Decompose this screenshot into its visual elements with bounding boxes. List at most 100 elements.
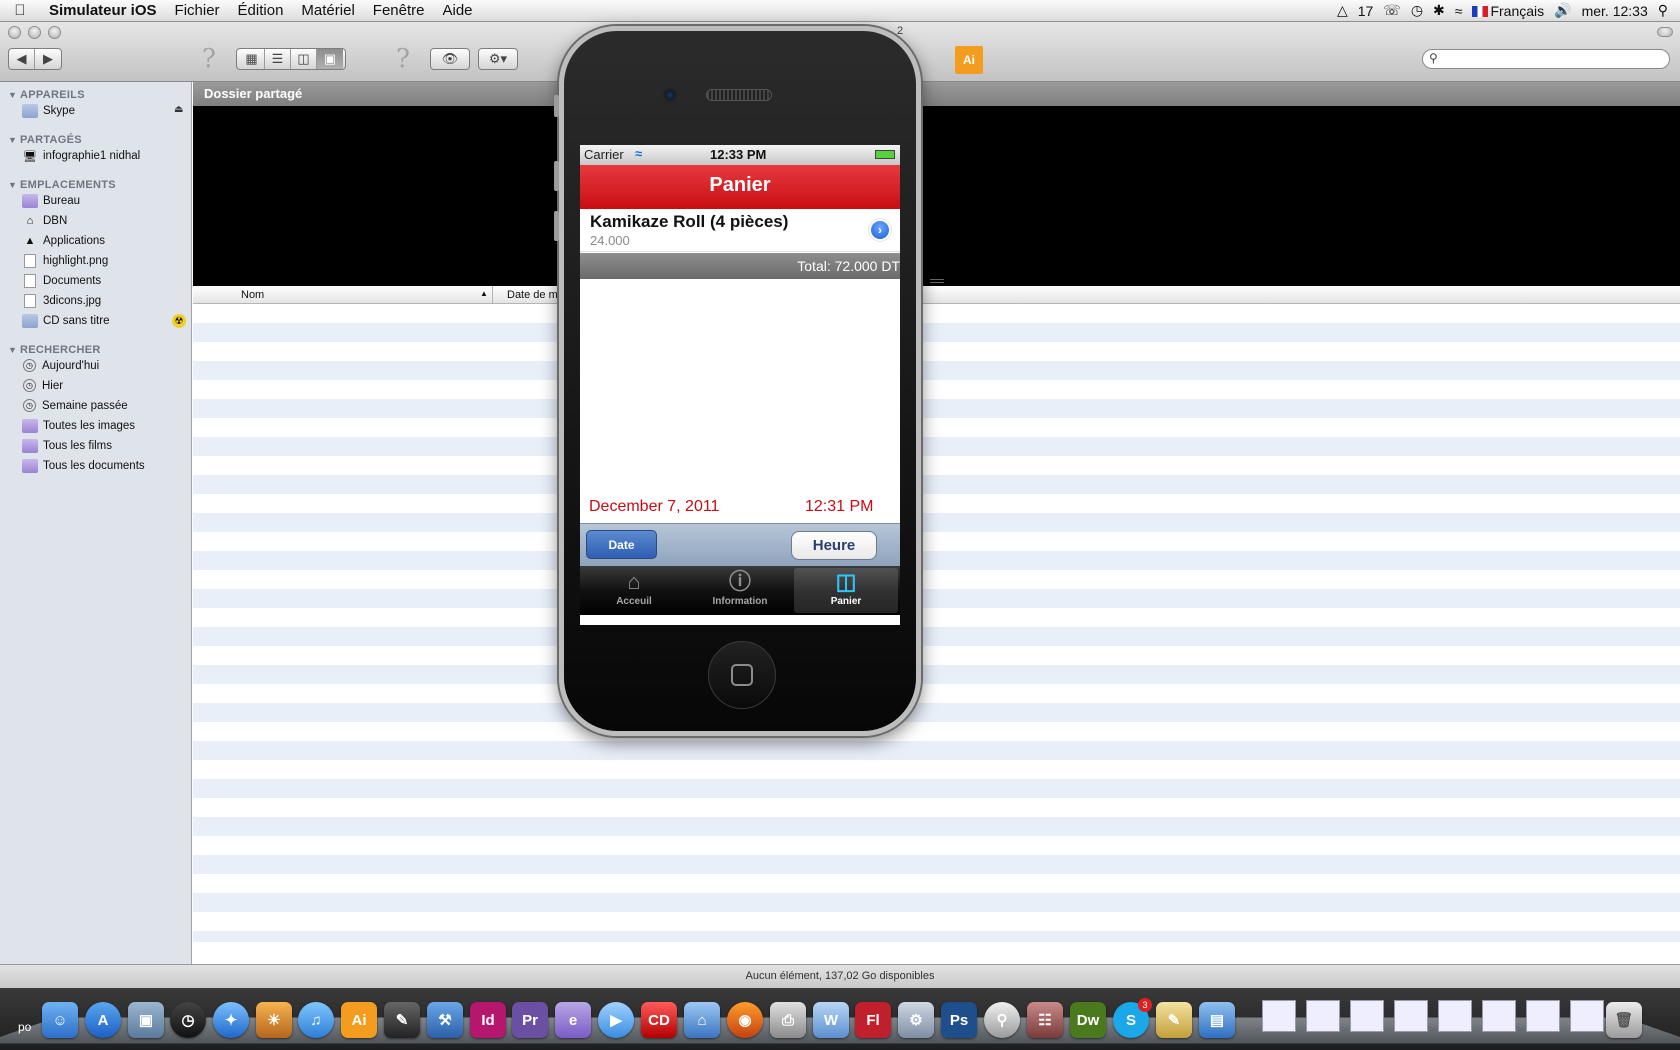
sidebar-item-3dicons[interactable]: 3dicons.jpg — [22, 294, 101, 308]
menubar-clock[interactable]: mer. 12:33 — [1582, 3, 1648, 19]
menu-app-name[interactable]: Simulateur iOS — [40, 2, 166, 19]
dock-printer-icon[interactable]: ⎙ — [770, 1002, 806, 1038]
tab-information[interactable]: ⓘ Information — [688, 568, 792, 613]
date-button[interactable]: Date — [586, 530, 657, 559]
toolbar-toggle-button[interactable] — [1657, 27, 1673, 37]
coverflow-view-icon[interactable]: ▣ — [317, 49, 343, 69]
sidebar-item-docs[interactable]: Tous les documents — [22, 459, 145, 473]
column-view-icon[interactable]: ◫ — [291, 49, 317, 69]
sidebar-item-aujourdhui[interactable]: ◷ Aujourd'hui — [22, 359, 99, 372]
sidebar-item-applications[interactable]: ▲ Applications — [22, 234, 105, 248]
bluetooth-icon[interactable]: ✱ — [1433, 2, 1445, 19]
sidebar-item-documents[interactable]: Documents — [22, 274, 101, 288]
dock-finder-icon[interactable]: ☺ — [42, 1002, 78, 1038]
menu-fenetre[interactable]: Fenêtre — [364, 2, 434, 19]
heure-button[interactable]: Heure — [791, 531, 877, 560]
dock-preview-icon[interactable]: ▣ — [128, 1002, 164, 1038]
sidebar-item-cd[interactable]: CD sans titre — [22, 314, 109, 328]
burn-icon[interactable]: ☢ — [172, 314, 186, 328]
dock-indesign-icon[interactable]: Id — [470, 1002, 506, 1038]
sidebar-section-partages[interactable]: PARTAGÉS — [8, 134, 82, 146]
dock-window-thumbnail[interactable] — [1306, 1000, 1340, 1032]
dock-window-thumbnail[interactable] — [1350, 1000, 1384, 1032]
sidebar-item-films[interactable]: Tous les films — [22, 439, 112, 453]
zoom-button[interactable] — [48, 26, 61, 39]
dock-xcode-icon[interactable]: ⚒ — [427, 1002, 463, 1038]
dock-printcd-icon[interactable]: CD — [641, 1002, 677, 1038]
wifi-icon[interactable]: ≈ — [1455, 3, 1463, 19]
menu-edition[interactable]: Édition — [229, 2, 293, 19]
input-language[interactable]: Français — [1472, 3, 1544, 19]
dock-quicktime-icon[interactable]: ▶ — [598, 1002, 634, 1038]
menu-fichier[interactable]: Fichier — [166, 2, 229, 19]
close-button[interactable] — [8, 26, 21, 39]
dock-safari-icon[interactable]: ✦ — [213, 1002, 249, 1038]
menu-materiel[interactable]: Matériel — [292, 2, 363, 19]
dock-flash-icon[interactable]: Fl — [855, 1002, 891, 1038]
dock-home-icon[interactable]: ⌂ — [684, 1002, 720, 1038]
mute-switch[interactable] — [554, 95, 559, 117]
adobe-updater-icon[interactable]: △ — [1337, 2, 1348, 19]
minimize-button[interactable] — [28, 26, 41, 39]
dock-window-thumbnail[interactable] — [1570, 1000, 1604, 1032]
column-date-header[interactable]: Date de m — [507, 289, 558, 301]
dock-pages-icon[interactable]: ✎ — [384, 1002, 420, 1038]
sidebar-item-semaine[interactable]: ◷ Semaine passée — [22, 399, 128, 412]
dock-instruments-icon[interactable]: ✎ — [1156, 1002, 1192, 1038]
action-menu-button[interactable]: ⚙▾ — [478, 48, 518, 70]
time-machine-icon[interactable]: ◷ — [1411, 2, 1423, 19]
list-view-icon[interactable]: ☰ — [265, 49, 291, 69]
column-name-header[interactable]: Nom — [241, 289, 264, 301]
file-list[interactable] — [193, 304, 1680, 942]
dock-wood-icon[interactable]: W — [813, 1002, 849, 1038]
search-field[interactable]: ⚲ — [1422, 49, 1670, 69]
sidebar-section-appareils[interactable]: APPAREILS — [8, 89, 85, 101]
dock-firefox-icon[interactable]: ◉ — [727, 1002, 763, 1038]
sidebar-item-images[interactable]: Toutes les images — [22, 419, 135, 433]
detail-disclosure-icon[interactable]: › — [869, 219, 891, 241]
dock-folder-icon[interactable]: ▤ — [1199, 1002, 1235, 1038]
dock-app-store-icon[interactable]: A — [85, 1002, 121, 1038]
menu-aide[interactable]: Aide — [433, 2, 481, 19]
dock-iphoto-icon[interactable]: ☀ — [256, 1002, 292, 1038]
dock-document-icon[interactable]: ☷ — [1027, 1002, 1063, 1038]
sidebar-item-infographie[interactable]: 🖥 infographie1 nidhal — [22, 149, 140, 163]
dock-dashboard-icon[interactable]: ◷ — [170, 1002, 206, 1038]
illustrator-document-icon[interactable]: Ai — [955, 46, 983, 74]
phone-icon[interactable]: ☏ — [1383, 2, 1401, 19]
dock-window-thumbnail[interactable] — [1438, 1000, 1472, 1032]
dock-premiere-icon[interactable]: Pr — [512, 1002, 548, 1038]
cart-item-row[interactable]: Kamikaze Roll (4 pièces) 24.000 › — [580, 209, 900, 252]
column-divider[interactable] — [492, 286, 493, 304]
sidebar-item-skype[interactable]: Skype — [22, 104, 75, 118]
dock-photoshop-icon[interactable]: Ps — [941, 1002, 977, 1038]
dock-trash-icon[interactable]: 🗑 — [1606, 1002, 1642, 1038]
apple-menu-icon[interactable]:  — [0, 2, 40, 19]
dock-utility-icon[interactable]: ⚲ — [984, 1002, 1020, 1038]
forward-arrow-icon[interactable]: ▶ — [35, 49, 61, 69]
dock-encore-icon[interactable]: e — [555, 1002, 591, 1038]
resize-handle-icon[interactable] — [930, 279, 944, 283]
spotlight-icon[interactable]: ⚲ — [1658, 2, 1668, 19]
dock-itunes-icon[interactable]: ♫ — [298, 1002, 334, 1038]
sidebar-section-rechercher[interactable]: RECHERCHER — [8, 344, 101, 356]
dock-window-thumbnail[interactable] — [1482, 1000, 1516, 1032]
tab-acceuil[interactable]: ⌂ Acceuil — [582, 568, 686, 613]
sidebar-item-bureau[interactable]: Bureau — [22, 194, 80, 208]
volume-icon[interactable]: 🔊 — [1554, 2, 1571, 19]
quick-look-button[interactable]: 👁 — [430, 48, 470, 70]
back-arrow-icon[interactable]: ◀ — [9, 49, 35, 69]
volume-up-button[interactable] — [554, 161, 559, 191]
dock-illustrator-icon[interactable]: Ai — [341, 1002, 377, 1038]
icon-view-icon[interactable]: ▦ — [239, 49, 265, 69]
sidebar-item-dbn[interactable]: ⌂ DBN — [22, 214, 68, 228]
sidebar-section-emplacements[interactable]: EMPLACEMENTS — [8, 179, 116, 191]
tab-panier[interactable]: ◫ Panier — [794, 568, 898, 613]
volume-down-button[interactable] — [554, 211, 559, 241]
home-button[interactable] — [708, 641, 776, 709]
dock-window-thumbnail[interactable] — [1526, 1000, 1560, 1032]
eject-icon[interactable]: ⏏ — [174, 104, 183, 115]
sidebar-item-highlight[interactable]: highlight.png — [22, 254, 108, 268]
dock-dreamweaver-icon[interactable]: Dw — [1070, 1002, 1106, 1038]
dock-preferences-icon[interactable]: ⚙ — [898, 1002, 934, 1038]
